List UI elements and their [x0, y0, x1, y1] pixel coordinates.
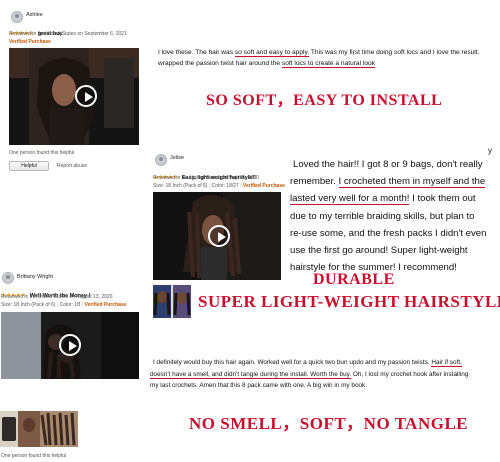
review-text: This was my first time doing soft locs a…	[309, 49, 480, 56]
verified-purchase-badge: Verified Purchase	[84, 302, 127, 308]
size-variant[interactable]: Size: 18 Inch (Pack of 6)	[153, 183, 207, 189]
review-video-thumbnail[interactable]	[9, 48, 139, 145]
slogan-no-smell: NO SMELL，SOFT，NO TANGLE	[189, 414, 469, 433]
review-photo-thumbnails[interactable]	[0, 411, 78, 447]
slogan-soft-easy: SO SOFT，EASY TO INSTALL	[206, 92, 443, 109]
review-text: remember.	[290, 176, 339, 188]
review-text: Oh, I lost my crochet hook after install…	[351, 370, 469, 378]
review-video-thumbnail[interactable]	[1, 312, 139, 379]
review-text-line: lasted very well for a month! I took the…	[290, 190, 500, 207]
slogan-light-weight: SUPER LIGHT-WEIGHT HAIRSTYLE	[198, 292, 500, 311]
review-date: Reviewed in the United States on May 25,…	[153, 175, 259, 181]
helpful-count: One person found this helpful	[9, 150, 75, 156]
reviewer-name[interactable]: Jelise	[170, 155, 184, 161]
review-date: Reviewed in the United States on Septemb…	[9, 31, 127, 37]
review-text: use the first go around! Super light-wei…	[290, 245, 468, 257]
size-variant[interactable]: Size: 18 Inch (Pack of 6)	[1, 302, 55, 308]
video-frame-image	[9, 48, 139, 145]
review-video-thumbnail[interactable]	[153, 192, 281, 280]
variant-line: Size: 18 Inch (Pack of 6) | Color: 1B | …	[1, 302, 127, 308]
highlighted-text: Hair if soft,	[431, 359, 462, 367]
review-body: Loved the hair!! I got 8 or 9 bags, don'…	[290, 156, 500, 276]
review-photo-thumbnails[interactable]	[153, 285, 191, 318]
highlighted-text: soft locs to create a natural look	[281, 60, 375, 68]
review-text: I definitely would buy this hair again. …	[153, 359, 432, 366]
variant-line: Size: 18 Inch (Pack of 6) | Color: 18/27…	[153, 183, 285, 189]
helpful-count: One person found this helpful	[1, 453, 67, 459]
review-body: I definitely would buy this hair again. …	[150, 357, 500, 392]
highlighted-text: doesn't have a smell, and didn't tangle …	[150, 370, 352, 379]
highlighted-text: I crocheted them in myself and the	[338, 176, 486, 189]
play-button-icon[interactable]	[208, 225, 230, 247]
customer-photo-image	[0, 411, 78, 447]
review-text: due to my terrible braiding skills, but …	[290, 210, 475, 222]
report-abuse-link[interactable]: Report abuse	[57, 163, 87, 169]
review-body: I love these. The hair was so soft and e…	[158, 47, 498, 69]
reviewer-name[interactable]: Brittany Wright	[17, 274, 53, 280]
reviewer-avatar	[2, 272, 14, 284]
highlighted-text: so soft and easy to apply.	[234, 49, 310, 57]
review-text: Loved the hair!! I got 8 or 9 bags, don'…	[293, 159, 483, 170]
review-text: re-use some, and the fresh packs I didn'…	[290, 227, 487, 239]
customer-photo-image	[153, 285, 191, 318]
verified-purchase-badge: Verified Purchase	[242, 183, 285, 189]
review-text: I took them out	[409, 193, 476, 205]
helpful-button[interactable]: Helpful	[9, 161, 49, 171]
review-text: I love these. The hair was	[158, 49, 235, 56]
stray-character: y	[488, 146, 492, 155]
review-date: Reviewed in the United States on August …	[1, 294, 113, 300]
review-text: wrapped the passion twist hair around th…	[158, 60, 282, 67]
play-button-icon[interactable]	[59, 334, 81, 356]
review-text-line: remember. I crocheted them in myself and…	[290, 173, 500, 190]
review-text: my last crochets. Amen that this 8 pack …	[150, 382, 368, 389]
color-variant: Color: 18/27	[211, 183, 239, 189]
verified-purchase-badge: Verified Purchase	[9, 39, 51, 45]
highlighted-text: lasted very well for a month!	[290, 193, 410, 206]
reviewer-name[interactable]: Ashlee	[26, 12, 43, 18]
play-button-icon[interactable]	[75, 85, 97, 107]
color-variant: Color: 1B	[59, 302, 81, 308]
reviewer-avatar	[155, 154, 167, 166]
slogan-durable: DURABLE	[313, 271, 395, 288]
